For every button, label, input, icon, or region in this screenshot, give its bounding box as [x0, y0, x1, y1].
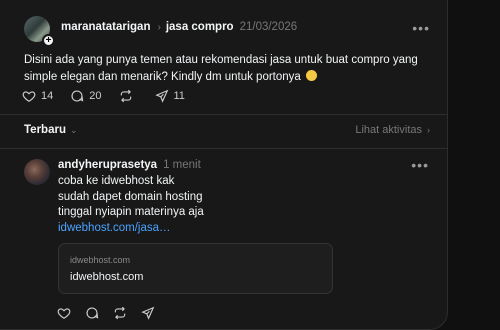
like-count: 14 — [41, 90, 54, 102]
link-preview-card[interactable]: idwebhost.com idwebhost.com — [58, 243, 333, 294]
reply-header: andyheruprasetya 1 menit — [58, 159, 201, 171]
divider — [0, 114, 447, 115]
share-icon — [154, 89, 168, 103]
sort-dropdown[interactable]: Terbaru ⌄ — [24, 124, 78, 136]
repost-button[interactable] — [113, 306, 127, 320]
repost-icon — [120, 89, 131, 103]
chevron-right-icon: › — [427, 125, 430, 135]
reply-line: coba ke idwebhost kak — [58, 175, 175, 187]
post-text: Disini ada yang punya temen atau rekomen… — [24, 52, 434, 85]
more-icon[interactable]: ••• — [411, 157, 429, 173]
post-header: maranatatarigan › jasa compro 21/03/2026 — [61, 21, 297, 33]
repost-icon — [114, 306, 126, 320]
reply-line: sudah dapet domain hosting — [58, 190, 203, 203]
plus-icon[interactable]: + — [42, 34, 55, 47]
activity-label: Lihat aktivitas — [355, 124, 422, 136]
reply-count: 20 — [89, 90, 102, 102]
comment-icon — [86, 307, 99, 319]
post-date: 21/03/2026 — [239, 21, 298, 33]
reply-actions — [57, 306, 169, 320]
reply-body: coba ke idwebhost kak sudah dapet domain… — [58, 174, 204, 236]
chevron-down-icon: ⌄ — [69, 125, 78, 135]
author-avatar[interactable]: + — [24, 16, 55, 47]
view-activity-link[interactable]: Lihat aktivitas › — [355, 124, 430, 136]
comment-button[interactable] — [85, 306, 99, 320]
sort-label: Terbaru — [24, 124, 66, 136]
heart-icon — [22, 91, 36, 102]
share-button[interactable] — [141, 306, 155, 320]
post-body: Disini ada yang punya temen atau rekomen… — [24, 54, 418, 83]
author-username[interactable]: maranatatarigan — [61, 21, 150, 33]
like-button[interactable]: 14 — [22, 89, 53, 103]
share-count: 11 — [173, 90, 185, 102]
comment-button[interactable]: 20 — [70, 89, 102, 103]
repost-button[interactable] — [119, 89, 138, 103]
reply-line: tinggal nyiapin materinya aja — [58, 206, 204, 218]
link-card-domain: idwebhost.com — [70, 255, 131, 265]
share-icon — [141, 306, 155, 320]
reply-username[interactable]: andyheruprasetya — [58, 159, 157, 171]
more-icon[interactable]: ••• — [412, 20, 430, 36]
reply-time: 1 menit — [163, 159, 201, 171]
emoji-icon — [306, 69, 318, 81]
reply-link[interactable]: idwebhost.com/jasa… — [58, 221, 204, 237]
post-actions: 14 20 11 — [22, 89, 202, 103]
share-button[interactable]: 11 — [154, 89, 185, 103]
like-button[interactable] — [57, 306, 71, 320]
divider — [0, 148, 447, 149]
thread-panel: + maranatatarigan › jasa compro 21/03/20… — [0, 0, 448, 330]
sort-row: Terbaru ⌄ Lihat aktivitas › — [0, 116, 447, 146]
link-card-title: idwebhost.com — [70, 271, 144, 283]
topic-tag[interactable]: jasa compro — [166, 21, 234, 33]
comment-icon — [71, 90, 84, 102]
chevron-right-icon: › — [157, 21, 161, 33]
heart-icon — [57, 308, 71, 319]
reply-author-avatar[interactable] — [24, 159, 50, 185]
